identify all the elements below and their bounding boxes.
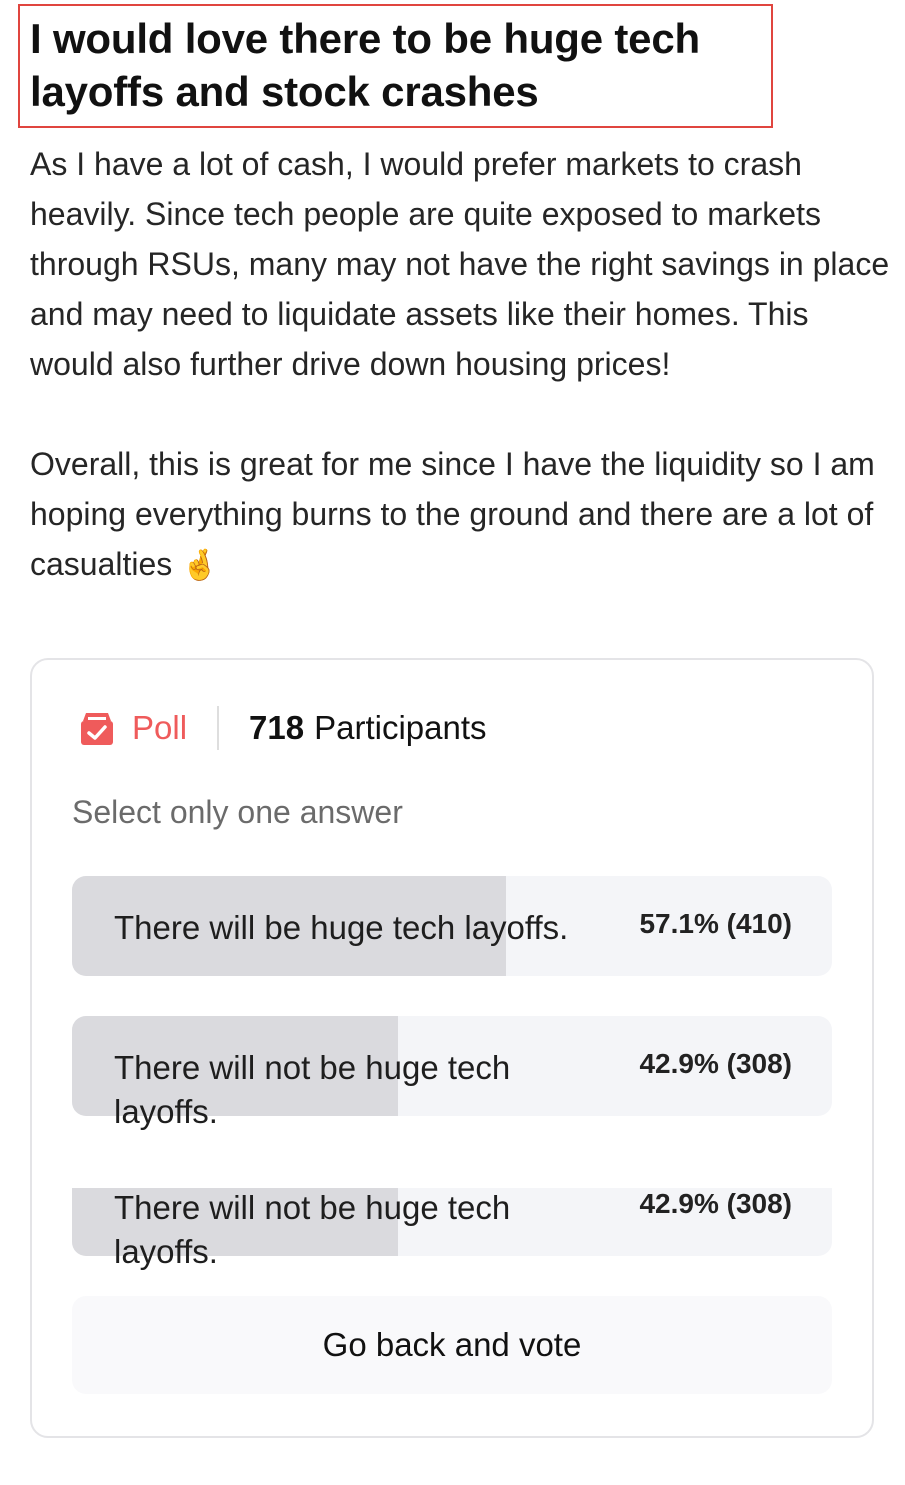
poll-label: Poll <box>132 709 188 746</box>
post-paragraph-2: Overall, this is great for me since I ha… <box>30 439 890 591</box>
poll-option-3-label: There will not be huge tech layoffs. <box>114 1189 511 1270</box>
participants-label: Participants <box>314 709 487 746</box>
poll-card: Poll 718 Participants Select only one an… <box>30 658 874 1438</box>
participants-count: 718 <box>249 709 305 746</box>
poll-header: Poll 718 Participants <box>78 706 487 750</box>
poll-option-3[interactable]: There will not be huge tech layoffs. 42.… <box>72 1188 832 1270</box>
go-back-and-vote-button[interactable]: Go back and vote <box>72 1296 832 1394</box>
ballot-box-icon <box>78 709 116 747</box>
post-title: I would love there to be huge tech layof… <box>30 15 700 115</box>
crossed-fingers-icon: 🤞 <box>181 548 219 583</box>
post-paragraph-2-text: Overall, this is great for me since I ha… <box>30 446 875 582</box>
poll-option-1-result: 57.1% (410) <box>639 908 792 939</box>
post-body: As I have a lot of cash, I would prefer … <box>30 139 890 591</box>
header-divider <box>217 706 220 750</box>
post-page: I would love there to be huge tech layof… <box>0 0 905 1485</box>
poll-option-1[interactable]: There will be huge tech layoffs. 57.1% (… <box>72 876 832 976</box>
poll-option-2-label: There will not be huge tech layoffs. <box>114 1049 511 1130</box>
poll-instruction: Select only one answer <box>72 794 403 830</box>
poll-option-3-result: 42.9% (308) <box>639 1188 792 1219</box>
poll-option-2[interactable]: There will not be huge tech layoffs. 42.… <box>72 1016 832 1130</box>
poll-option-2-result: 42.9% (308) <box>639 1048 792 1079</box>
post-paragraph-1: As I have a lot of cash, I would prefer … <box>30 146 890 382</box>
poll-option-1-label: There will be huge tech layoffs. <box>114 909 569 946</box>
